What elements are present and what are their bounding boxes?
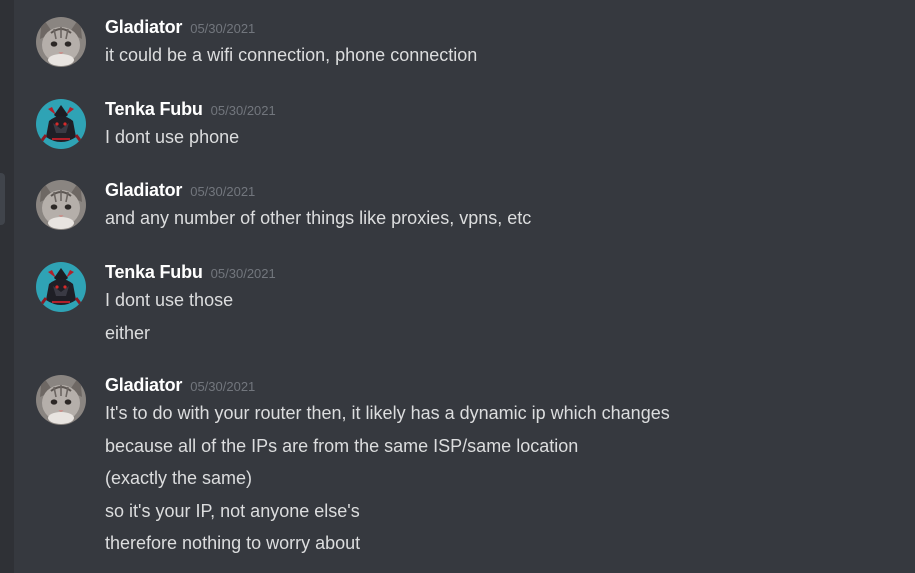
message-header: Gladiator 05/30/2021 — [105, 17, 255, 41]
timestamp[interactable]: 05/30/2021 — [190, 379, 255, 394]
message-content: and any number of other things like prox… — [105, 207, 531, 240]
cat-avatar[interactable] — [36, 180, 86, 230]
left-edge-divider — [0, 0, 14, 573]
timestamp[interactable]: 05/30/2021 — [190, 184, 255, 199]
message-line: because all of the IPs are from the same… — [105, 435, 579, 456]
cat-avatar-icon — [36, 180, 86, 230]
message-line: I dont use phone — [105, 127, 240, 147]
chat-message-area: Gladiator 05/30/2021 it could be a wifi c… — [0, 0, 915, 573]
message-header: Tenka Fubu 05/30/2021 — [105, 262, 276, 286]
username[interactable]: Gladiator — [105, 17, 182, 37]
message-line: either — [105, 322, 151, 343]
message-line: and any number of other things like prox… — [105, 208, 532, 228]
cat-avatar-icon — [36, 17, 86, 67]
message-line: it could be a wifi connection, phone con… — [105, 45, 478, 65]
message-content: It's to do with your router then, it lik… — [105, 402, 670, 565]
username[interactable]: Gladiator — [105, 375, 182, 395]
message-content: I dont use those either — [105, 289, 233, 354]
cat-avatar[interactable] — [36, 375, 86, 425]
message-header: Tenka Fubu 05/30/2021 — [105, 99, 276, 123]
message-header: Gladiator 05/30/2021 — [105, 180, 255, 204]
message-content: I dont use phone — [105, 126, 239, 159]
message-content: it could be a wifi connection, phone con… — [105, 44, 477, 77]
scroll-indicator[interactable] — [0, 173, 5, 225]
timestamp[interactable]: 05/30/2021 — [211, 266, 276, 281]
cat-avatar[interactable] — [36, 17, 86, 67]
cat-avatar-icon — [36, 375, 86, 425]
message-line: therefore nothing to worry about — [105, 533, 361, 553]
samurai-avatar-icon — [36, 262, 86, 312]
samurai-avatar[interactable] — [36, 262, 86, 312]
username[interactable]: Gladiator — [105, 180, 182, 200]
username[interactable]: Tenka Fubu — [105, 99, 203, 119]
samurai-avatar[interactable] — [36, 99, 86, 149]
message-header: Gladiator 05/30/2021 — [105, 375, 255, 399]
message-line: so it's your IP, not anyone else's — [105, 500, 360, 521]
timestamp[interactable]: 05/30/2021 — [211, 103, 276, 118]
samurai-avatar-icon — [36, 99, 86, 149]
username[interactable]: Tenka Fubu — [105, 262, 203, 282]
message-line: (exactly the same) — [105, 468, 253, 488]
message-line: I dont use those — [105, 290, 234, 310]
timestamp[interactable]: 05/30/2021 — [190, 21, 255, 36]
message-line: It's to do with your router then, it lik… — [105, 403, 670, 423]
